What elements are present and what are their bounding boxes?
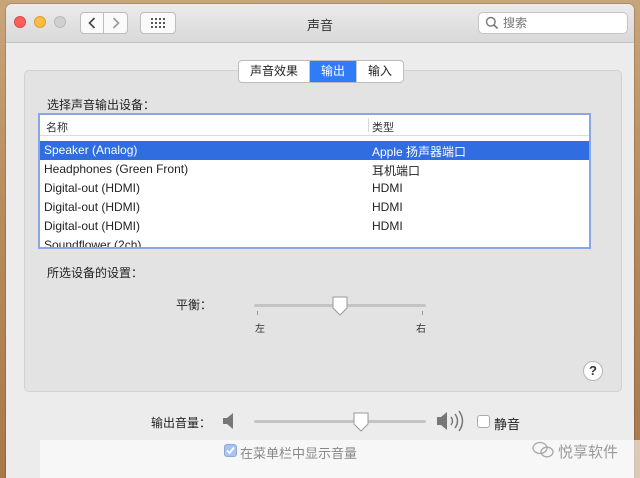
device-name: Digital-out (HDMI) bbox=[44, 219, 141, 233]
mute-checkbox[interactable] bbox=[477, 415, 490, 428]
search-icon bbox=[485, 16, 499, 30]
table-row[interactable]: Digital-out (HDMI) HDMI bbox=[40, 179, 589, 198]
output-device-table[interactable]: 名称 类型 Speaker (Analog) Apple 扬声器端口 Headp… bbox=[38, 113, 591, 249]
select-device-label: 选择声音输出设备： bbox=[47, 98, 156, 112]
device-type: HDMI bbox=[372, 200, 403, 214]
balance-label: 平衡： bbox=[176, 298, 213, 312]
watermark-text: 悦享软件 bbox=[558, 444, 619, 461]
device-name: Digital-out (HDMI) bbox=[44, 181, 141, 195]
volume-low-icon bbox=[223, 413, 233, 429]
table-row[interactable]: Digital-out (HDMI) HDMI bbox=[40, 198, 589, 217]
device-type: HDMI bbox=[372, 181, 403, 195]
volume-slider-track[interactable] bbox=[254, 420, 426, 423]
checkmark-icon bbox=[226, 446, 235, 455]
device-name: Digital-out (HDMI) bbox=[44, 200, 141, 214]
device-type: 耳机端口 bbox=[372, 164, 421, 178]
mute-label: 静音 bbox=[494, 417, 521, 432]
balance-tick-left bbox=[257, 311, 258, 315]
table-header: 名称 类型 bbox=[40, 115, 589, 136]
tab-bar: 声音效果 输出 输入 bbox=[238, 60, 405, 83]
column-header-type[interactable]: 类型 bbox=[372, 119, 394, 135]
column-header-name[interactable]: 名称 bbox=[46, 119, 68, 135]
device-name: Headphones (Green Front) bbox=[44, 162, 189, 176]
volume-slider-thumb[interactable] bbox=[352, 412, 370, 433]
tab-sound-effects[interactable]: 声音效果 bbox=[239, 61, 311, 82]
balance-right-label: 右 bbox=[416, 324, 426, 335]
balance-left-label: 左 bbox=[255, 324, 265, 335]
device-type: HDMI bbox=[372, 219, 403, 233]
tab-input[interactable]: 输入 bbox=[357, 61, 403, 82]
table-row[interactable]: Headphones (Green Front) 耳机端口 bbox=[40, 160, 589, 179]
volume-high-icon bbox=[437, 410, 464, 432]
device-type: Apple 扬声器端口 bbox=[372, 145, 467, 159]
search-field[interactable] bbox=[478, 12, 628, 34]
device-settings-label: 所选设备的设置： bbox=[47, 266, 144, 280]
device-name: Soundflower (2ch) bbox=[44, 238, 142, 249]
output-volume-label: 输出音量： bbox=[151, 416, 212, 430]
tab-output[interactable]: 输出 bbox=[310, 61, 358, 82]
table-row[interactable]: Soundflower (2ch) bbox=[40, 236, 589, 249]
table-row[interactable]: Speaker (Analog) Apple 扬声器端口 bbox=[40, 141, 589, 160]
show-volume-in-menubar-checkbox[interactable] bbox=[224, 444, 237, 457]
wechat-icon bbox=[532, 441, 554, 458]
balance-slider-thumb[interactable] bbox=[331, 296, 349, 317]
balance-tick-right bbox=[422, 311, 423, 315]
title-bar: 声音 bbox=[6, 4, 634, 43]
device-name: Speaker (Analog) bbox=[44, 143, 138, 157]
search-input[interactable] bbox=[503, 15, 621, 31]
show-volume-in-menubar-label: 在菜单栏中显示音量 bbox=[240, 446, 358, 461]
column-divider bbox=[368, 118, 369, 132]
help-button[interactable]: ? bbox=[583, 361, 603, 381]
table-row[interactable]: Digital-out (HDMI) HDMI bbox=[40, 217, 589, 236]
